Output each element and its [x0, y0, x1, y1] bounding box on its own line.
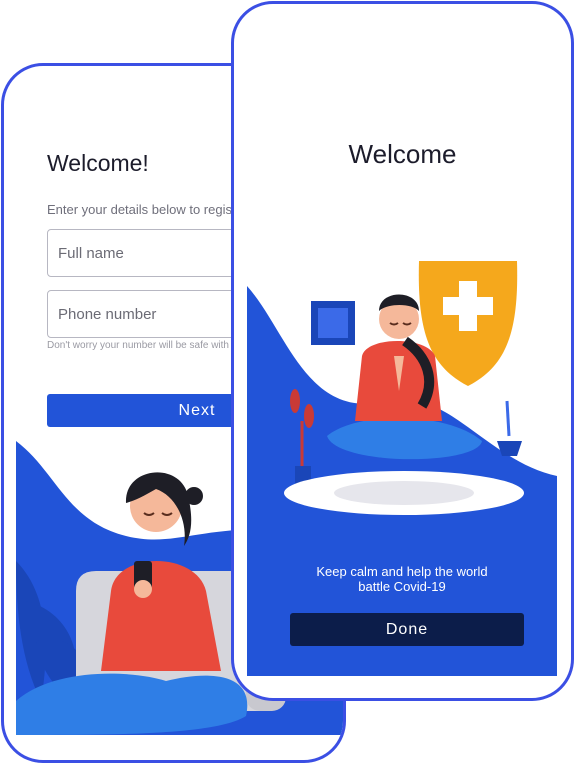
done-button[interactable]: Done — [290, 613, 524, 646]
picture-frame-icon — [311, 301, 355, 345]
welcome-phone-frame: Welcome Keep calm and help the world bat… — [231, 1, 574, 701]
welcome-title: Welcome — [348, 139, 457, 169]
registration-subtitle: Enter your details below to register — [47, 202, 248, 217]
welcome-message-line-1: Keep calm and help the world — [316, 564, 488, 579]
welcome-message-line-2: battle Covid-19 — [358, 579, 446, 594]
welcome-message: Keep calm and help the world battle Covi… — [247, 564, 557, 594]
registration-title: Welcome! — [47, 150, 149, 176]
